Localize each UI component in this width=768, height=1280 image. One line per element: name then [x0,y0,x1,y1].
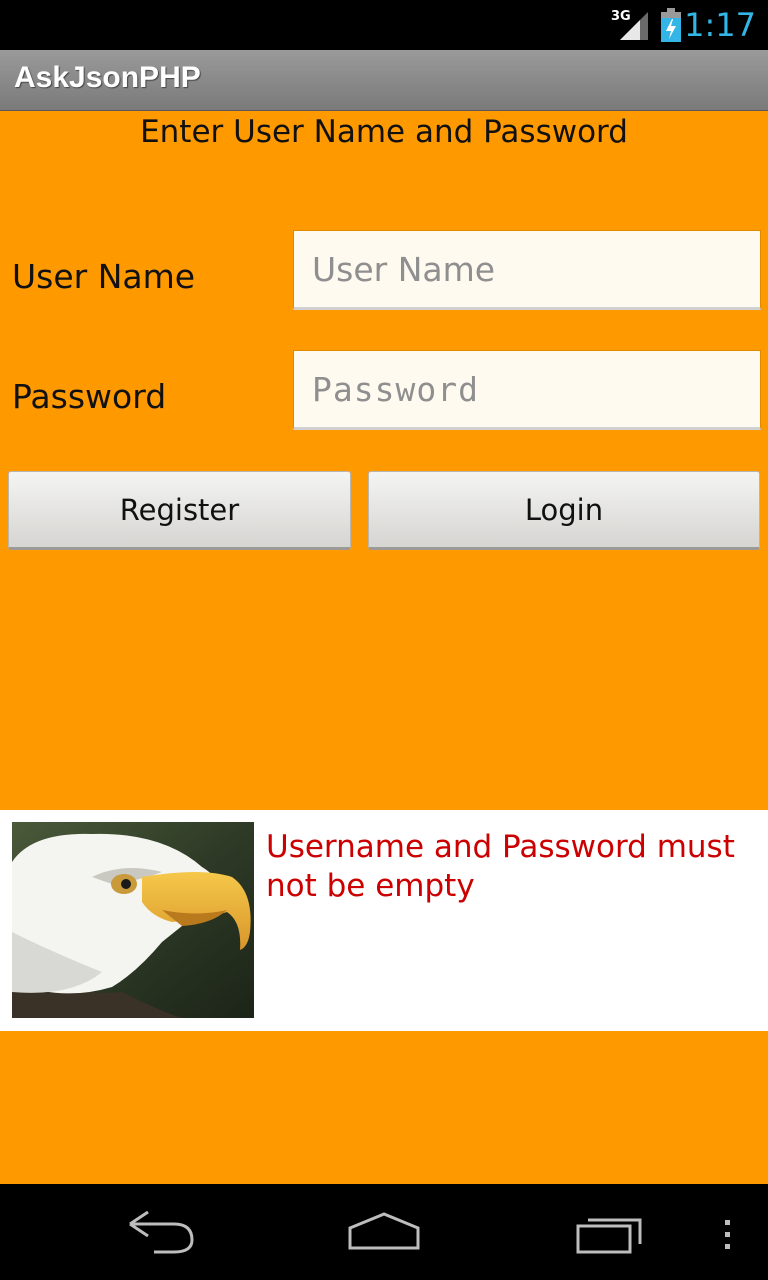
register-button[interactable]: Register [8,471,351,550]
login-button-label: Login [524,492,604,527]
password-field[interactable] [293,350,761,430]
action-bar: AskJsonPHP [0,50,768,111]
error-message: Username and Password must not be empty [266,829,735,904]
home-icon[interactable] [346,1208,422,1258]
recent-apps-icon[interactable] [574,1208,646,1258]
overflow-menu-icon[interactable] [720,1208,736,1258]
eagle-image [12,822,254,1018]
password-label: Password [12,377,167,416]
signal-icon [620,12,648,40]
app-title: AskJsonPHP [14,61,201,94]
username-label: User Name [12,257,196,296]
username-field[interactable] [293,230,761,310]
battery-charging-icon [661,8,681,42]
back-icon[interactable] [126,1208,196,1258]
screen: 3G 1:17 AskJsonPHP Enter User Name and P… [0,0,768,1280]
login-button[interactable]: Login [368,471,760,550]
clock: 1:17 [684,6,756,44]
status-bar: 3G 1:17 [0,0,768,50]
form-heading: Enter User Name and Password [140,114,628,150]
error-message-panel: Username and Password must not be empty [0,810,768,1031]
navigation-bar [0,1184,768,1280]
register-button-label: Register [119,492,240,527]
